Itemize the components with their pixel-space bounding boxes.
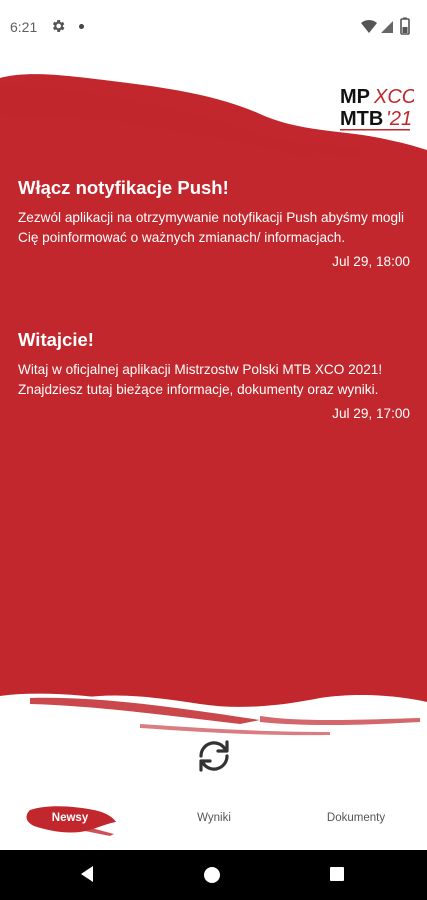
status-bar: 6:21 <box>0 0 427 56</box>
system-navigation-bar <box>0 850 427 900</box>
gear-icon <box>52 20 65 32</box>
tab-label: Dokumenty <box>326 812 386 824</box>
news-title: Witajcie! <box>18 329 94 350</box>
svg-text:MP: MP <box>340 86 370 108</box>
red-brush-background <box>0 74 427 746</box>
svg-text:'21: '21 <box>386 108 412 130</box>
news-timestamp: Jul 29, 17:00 <box>332 406 410 421</box>
home-icon[interactable] <box>204 867 220 883</box>
system-status-icons <box>361 17 410 35</box>
news-content[interactable]: MP XCO MTB '21 Włącz notyfikacje Push! Z… <box>0 56 427 786</box>
tab-wyniki[interactable]: Wyniki <box>164 786 264 850</box>
signal-icon <box>381 21 393 33</box>
svg-text:MTB: MTB <box>340 108 383 130</box>
status-time: 6:21 <box>10 19 38 35</box>
news-item[interactable]: Witajcie! Witaj w oficjalnej aplikacji M… <box>18 328 410 421</box>
bottom-navigation: Newsy Wyniki Dokumenty <box>0 786 427 850</box>
wifi-icon <box>361 19 377 33</box>
news-item[interactable]: Włącz notyfikacje Push! Zezwól aplikacji… <box>18 176 410 269</box>
news-title: Włącz notyfikacje Push! <box>18 177 229 198</box>
back-icon[interactable] <box>79 865 95 883</box>
recent-apps-icon[interactable] <box>330 867 344 881</box>
news-body: Witaj w oficjalnej aplikacji Mistrzostw … <box>18 362 383 397</box>
tab-newsy[interactable]: Newsy <box>20 786 120 850</box>
refresh-icon[interactable] <box>193 738 235 774</box>
tab-label: Newsy <box>51 812 89 824</box>
svg-text:XCO: XCO <box>373 86 414 108</box>
tab-dokumenty[interactable]: Dokumenty <box>306 786 406 850</box>
mp-xco-mtb-logo: MP XCO MTB '21 <box>340 86 414 131</box>
news-body: Zezwól aplikacji na otrzymywanie notyfik… <box>18 210 405 245</box>
tab-label: Wyniki <box>197 812 231 824</box>
notification-dot-icon <box>79 24 84 29</box>
news-timestamp: Jul 29, 18:00 <box>332 254 410 269</box>
